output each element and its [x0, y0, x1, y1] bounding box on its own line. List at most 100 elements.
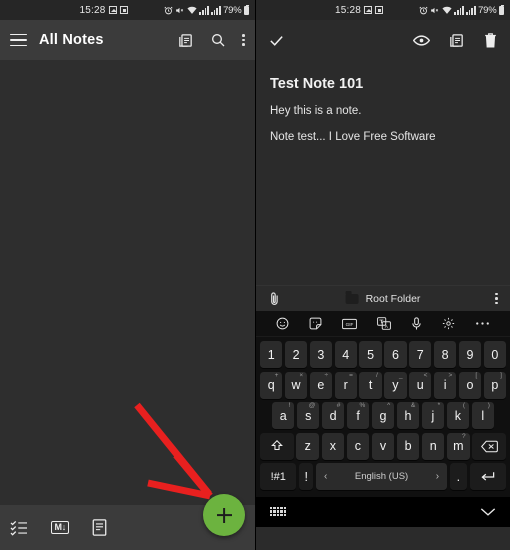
key-8[interactable]: 8 — [433, 341, 457, 368]
key-h[interactable]: & h — [396, 402, 420, 429]
key-p-sup: ] — [500, 371, 502, 379]
key-g[interactable]: ^ g — [371, 402, 395, 429]
next-language-icon[interactable]: › — [436, 471, 439, 482]
backspace-icon[interactable] — [472, 432, 506, 460]
photo-icon — [364, 6, 372, 14]
key-d-sup: # — [336, 402, 341, 409]
delete-icon[interactable] — [483, 32, 498, 49]
status-time: 15:28 — [334, 4, 361, 16]
battery-percent: 79% — [478, 4, 497, 16]
add-note-fab[interactable] — [203, 494, 245, 536]
key-c-label: c — [354, 439, 362, 453]
key-i[interactable]: > i — [433, 371, 457, 399]
gif-icon[interactable]: GIF — [342, 318, 357, 330]
key-a-sup: ! — [288, 402, 291, 409]
status-bar-right-group: 79% — [419, 4, 504, 16]
key-o[interactable]: [o — [458, 371, 482, 399]
note-title[interactable]: Test Note 101 — [270, 76, 496, 92]
svg-text:A: A — [385, 324, 389, 329]
search-icon[interactable] — [210, 32, 226, 48]
check-icon[interactable] — [268, 32, 285, 49]
key-r[interactable]: = r — [334, 371, 357, 399]
view-mode-icon[interactable] — [448, 32, 465, 49]
key-s[interactable]: @ s — [296, 402, 320, 429]
symbols-key[interactable]: !#1 — [260, 463, 297, 490]
note-line-1[interactable]: Hey this is a note. — [270, 105, 496, 117]
key-2[interactable]: 2 — [284, 341, 308, 368]
key-0[interactable]: 0 — [483, 341, 506, 368]
key-f[interactable]: % f — [346, 402, 370, 429]
emoji-icon[interactable] — [276, 317, 289, 330]
keyboard-row-home: ! a @ s # d % f ^ g & h * j (k ) l — [258, 402, 508, 429]
view-mode-icon[interactable] — [177, 32, 194, 49]
key-n[interactable]: n — [421, 432, 445, 460]
wifi-icon — [187, 6, 197, 15]
key-q[interactable]: + q — [260, 371, 283, 399]
chevron-down-icon[interactable] — [480, 506, 496, 517]
key-d[interactable]: # d — [321, 402, 345, 429]
key-u[interactable]: < u — [409, 371, 432, 399]
key-3[interactable]: 3 — [309, 341, 333, 368]
key-n-label: n — [429, 439, 437, 453]
shift-icon[interactable] — [260, 432, 294, 460]
key-1[interactable]: 1 — [260, 341, 283, 368]
overflow-icon[interactable] — [242, 34, 245, 46]
key-e[interactable]: ÷ e — [309, 371, 333, 399]
key-v[interactable]: v — [371, 432, 395, 460]
key-y[interactable]: _ y — [384, 371, 407, 399]
mute-icon — [430, 6, 439, 15]
key-6[interactable]: 6 — [384, 341, 407, 368]
app-bar-actions — [177, 32, 245, 49]
key-7[interactable]: 7 — [409, 341, 432, 368]
key-a[interactable]: ! a — [272, 402, 295, 429]
keyboard-icon[interactable] — [270, 506, 287, 517]
key-b-label: b — [404, 439, 412, 453]
notes-list-empty-area[interactable] — [0, 60, 255, 505]
key-b[interactable]: b — [396, 432, 420, 460]
prev-language-icon[interactable]: ‹ — [324, 471, 327, 482]
period-key[interactable]: . — [449, 463, 468, 490]
mic-icon[interactable] — [411, 316, 422, 331]
key-f-label: f — [356, 408, 360, 423]
note-icon[interactable] — [92, 519, 107, 536]
translate-icon[interactable]: A — [377, 317, 391, 330]
exclaim-key[interactable]: ! — [298, 463, 314, 490]
note-content[interactable]: Test Note 101 Hey this is a note. Note t… — [256, 60, 510, 285]
key-q-sup: + — [274, 371, 279, 379]
key-c[interactable]: c — [346, 432, 370, 460]
key-z[interactable]: z — [296, 432, 320, 460]
space-inner: ‹ English (US) › — [316, 471, 447, 482]
key-u-label: u — [416, 378, 424, 392]
key-k[interactable]: (k — [446, 402, 470, 429]
more-icon[interactable] — [475, 321, 490, 326]
checklist-icon[interactable] — [10, 520, 28, 536]
key-j[interactable]: * j — [421, 402, 445, 429]
key-g-label: g — [379, 408, 387, 423]
space-key[interactable]: ‹ English (US) › — [315, 463, 448, 490]
key-t[interactable]: / t — [359, 371, 382, 399]
paperclip-icon[interactable] — [268, 291, 281, 306]
key-k-sup: ( — [462, 402, 466, 409]
settings-icon[interactable] — [442, 317, 455, 330]
key-m[interactable]: ? m — [446, 432, 470, 460]
sticker-icon[interactable] — [309, 317, 322, 330]
key-4[interactable]: 4 — [334, 341, 357, 368]
enter-icon[interactable] — [469, 463, 506, 490]
key-w[interactable]: × w — [284, 371, 308, 399]
key-e-label: e — [317, 378, 325, 392]
folder-indicator[interactable]: Root Folder — [345, 291, 421, 305]
markdown-icon[interactable]: M↓ — [51, 521, 70, 534]
key-9[interactable]: 9 — [458, 341, 482, 368]
eye-preview-icon[interactable] — [413, 34, 430, 47]
hamburger-icon[interactable] — [10, 33, 27, 47]
note-line-2[interactable]: Note test... I Love Free Software — [270, 131, 496, 143]
key-5[interactable]: 5 — [359, 341, 382, 368]
photo-icon — [108, 6, 117, 14]
key-a-label: a — [279, 408, 287, 423]
note-editor-screen: 15:28 79% Test Note 101 Hey this is a no… — [256, 0, 510, 550]
key-l[interactable]: ) l — [471, 402, 494, 429]
key-p[interactable]: ] p — [483, 371, 506, 399]
key-x[interactable]: x — [321, 432, 345, 460]
folder-name: Root Folder — [365, 292, 421, 305]
overflow-icon[interactable] — [495, 292, 498, 305]
